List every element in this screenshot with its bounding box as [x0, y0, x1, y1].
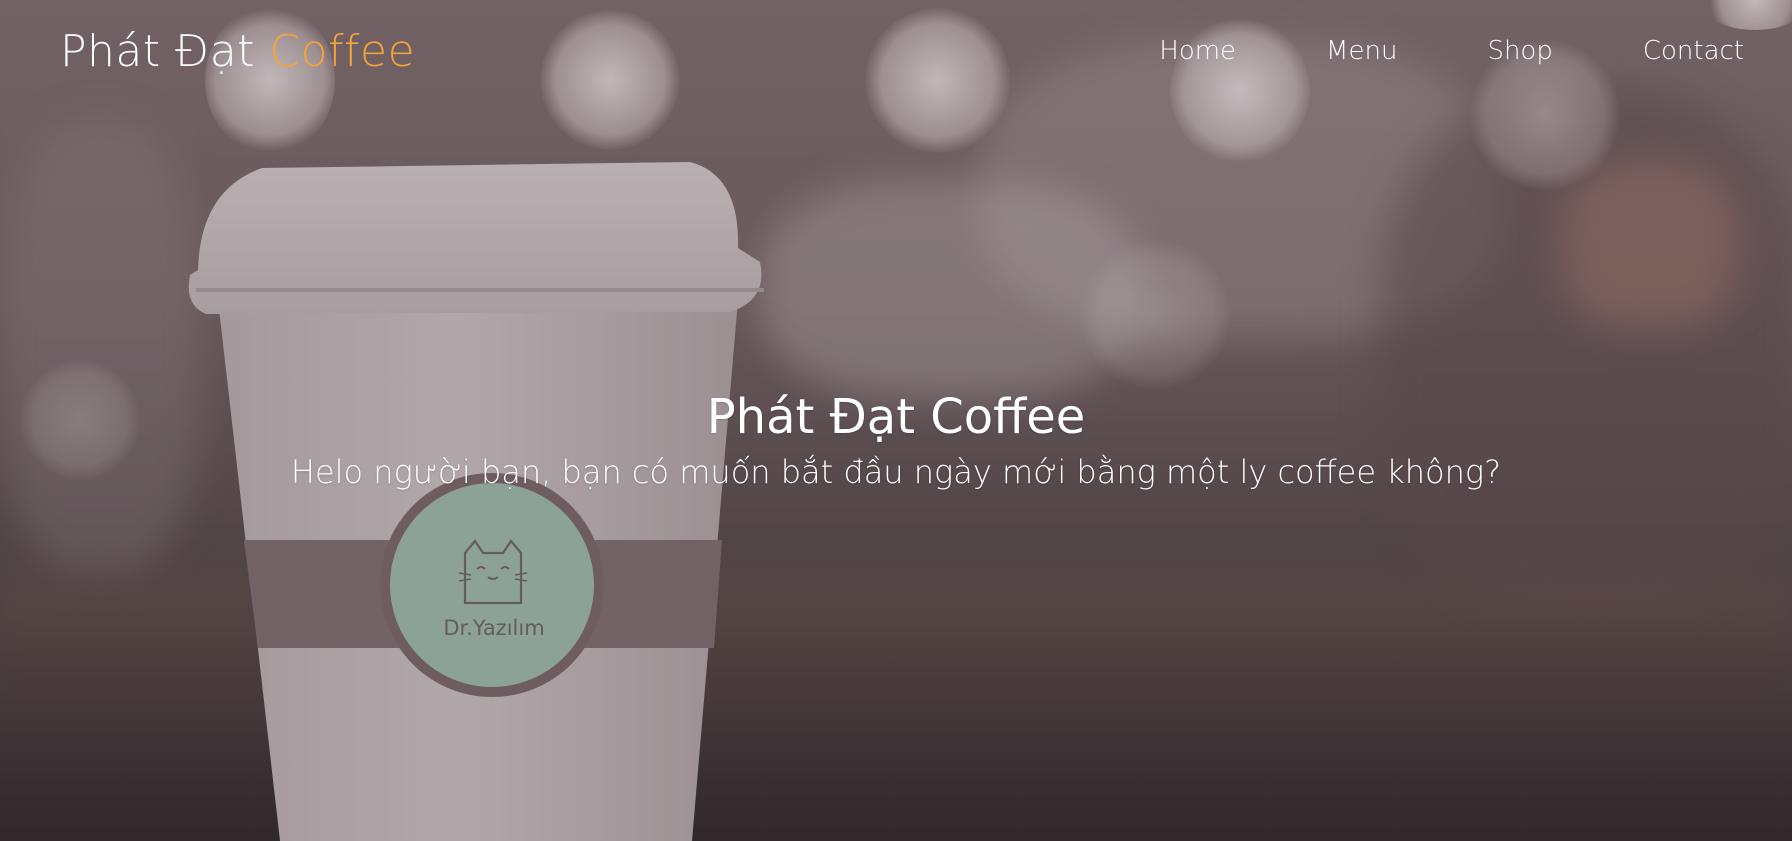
brand-logo[interactable]: Phát Đạt Coffee [60, 26, 415, 77]
brand-name-accent: Coffee [269, 26, 416, 77]
nav-link-menu[interactable]: Menu [1326, 36, 1397, 66]
nav-links: Home Menu Shop Contact [1069, 36, 1744, 66]
hero-section: Dr.Yazılım Phát Đạt Coffee Home Menu Sho… [0, 0, 1792, 841]
hero-title: Phát Đạt Coffee [706, 389, 1086, 445]
top-navbar: Phát Đạt Coffee Home Menu Shop Contact [0, 0, 1792, 106]
nav-link-shop[interactable]: Shop [1487, 36, 1552, 66]
nav-link-home[interactable]: Home [1159, 36, 1236, 66]
nav-link-contact[interactable]: Contact [1643, 36, 1744, 66]
hero-text: Phát Đạt Coffee Helo người bạn, bạn có m… [0, 385, 1792, 495]
hero-subtitle: Helo người bạn, bạn có muốn bắt đầu ngày… [290, 453, 1502, 491]
brand-name: Phát Đạt [60, 26, 270, 77]
